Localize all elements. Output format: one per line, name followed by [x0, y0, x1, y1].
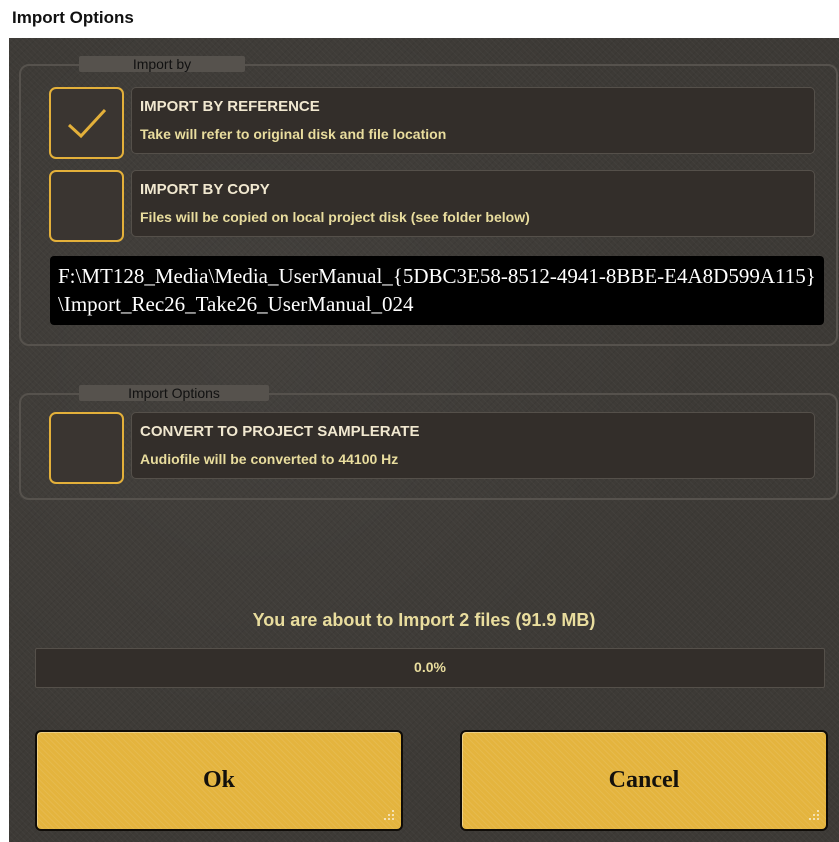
- check-icon: [67, 108, 107, 139]
- cancel-button[interactable]: Cancel: [460, 730, 828, 831]
- import-by-legend: Import by: [79, 56, 245, 72]
- ok-button-label: Ok: [202, 767, 235, 793]
- cancel-button-label: Cancel: [608, 767, 680, 793]
- import-by-reference-description: Take will refer to original disk and fil…: [140, 126, 447, 142]
- import-options-legend: Import Options: [79, 385, 269, 401]
- import-summary: You are about to Import 2 files (91.9 MB…: [252, 610, 596, 630]
- progress-label: 0.0%: [414, 659, 446, 675]
- window-title: Import Options: [12, 8, 134, 27]
- convert-samplerate-description: Audiofile will be converted to 44100 Hz: [140, 451, 399, 467]
- import-by-copy-description: Files will be copied on local project di…: [140, 209, 530, 225]
- import-options-panel: Import by IMPORT BY REFERENCE Take will …: [9, 38, 839, 842]
- import-by-reference-title: IMPORT BY REFERENCE: [140, 98, 320, 115]
- import-by-copy-title: IMPORT BY COPY: [140, 181, 270, 198]
- import-by-reference-checkbox[interactable]: [49, 87, 124, 159]
- resize-grip-icon: [809, 810, 819, 820]
- import-by-copy-option[interactable]: IMPORT BY COPY Files will be copied on l…: [131, 170, 815, 237]
- convert-samplerate-option[interactable]: CONVERT TO PROJECT SAMPLERATE Audiofile …: [131, 412, 815, 479]
- import-progress-bar: 0.0%: [35, 648, 825, 688]
- convert-samplerate-checkbox[interactable]: [49, 412, 124, 484]
- convert-samplerate-title: CONVERT TO PROJECT SAMPLERATE: [140, 423, 420, 440]
- destination-folder-path: F:\MT128_Media\Media_UserManual_{5DBC3E5…: [50, 256, 824, 325]
- import-by-reference-option[interactable]: IMPORT BY REFERENCE Take will refer to o…: [131, 87, 815, 154]
- ok-button[interactable]: Ok: [35, 730, 403, 831]
- import-by-copy-checkbox[interactable]: [49, 170, 124, 242]
- resize-grip-icon: [384, 810, 394, 820]
